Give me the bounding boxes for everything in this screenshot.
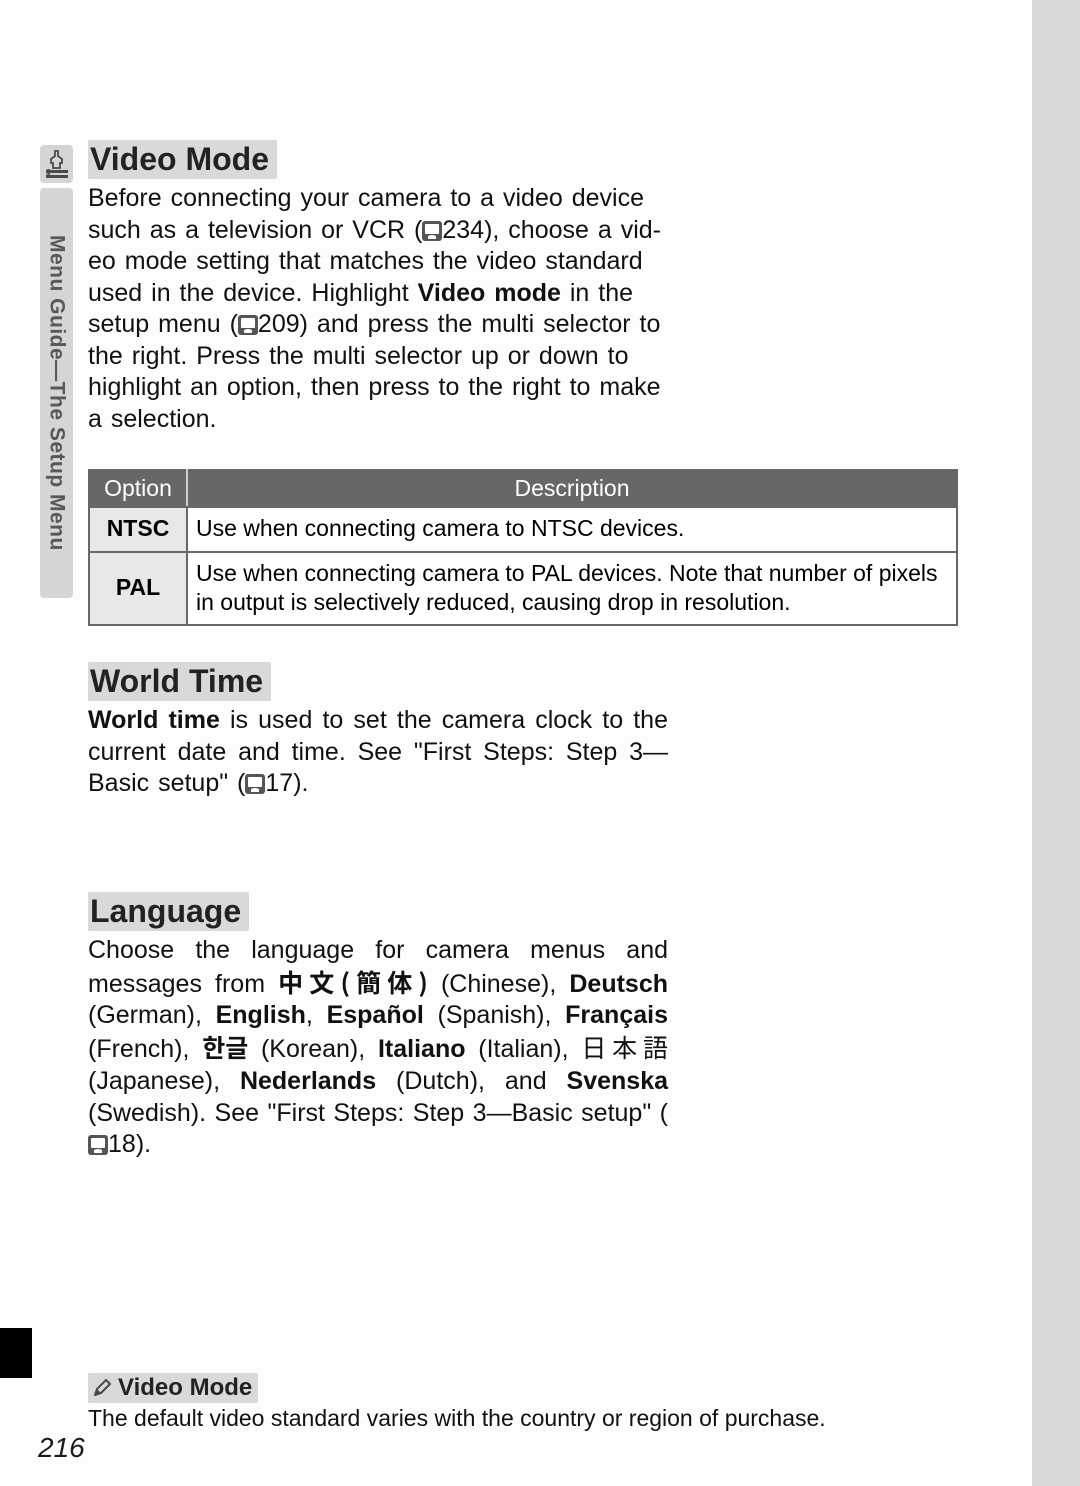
heading-language: Language [88,892,249,931]
vm-ref-1: 234 [442,216,484,244]
lang-ko-paren: (Korean), [248,1035,378,1063]
page-ref-icon [88,1135,108,1155]
option-cell: NTSC [89,507,187,552]
lang-fr: Français [565,1001,668,1029]
main-content: Video Mode Before connecting your camera… [88,140,968,1161]
th-description: Description [187,470,957,507]
heading-video-mode: Video Mode [88,140,277,179]
setup-menu-icon [40,145,73,183]
table-row: NTSC Use when connecting camera to NTSC … [89,507,957,552]
th-option: Option [89,470,187,507]
vm-ref-2: 209 [258,310,300,338]
page-ref-icon [422,221,442,241]
lang-sv-paren: (Swedish). See "First Steps: Step 3—Basi… [88,1099,668,1127]
video-mode-paragraph: Before connecting your camera to a video… [88,183,668,435]
vm-bold-1: Video mode [418,279,561,307]
wt-ref: 17 [265,769,293,797]
lang-ko: 한글 [202,1029,248,1065]
video-mode-options-table: Option Description NTSC Use when connect… [88,469,958,626]
thumb-tab [0,1328,32,1378]
page-number: 216 [38,1432,85,1464]
sidebar-label-box: Menu Guide—The Setup Menu [40,188,73,598]
lang-ref: 18 [108,1130,136,1158]
lang-nl: Nederlands [240,1067,376,1095]
lang-zh-paren: (Chinese), [428,970,570,998]
lang-de-paren: (German), [88,1001,216,1029]
lang-ja: 日本語 [581,1029,668,1065]
wt-bold: World time [88,706,220,734]
footnote-title-box: Video Mode [88,1373,258,1403]
lang-nl-paren: (Dutch), and [376,1067,566,1095]
option-cell: PAL [89,552,187,626]
lang-ja-paren: (Japanese), [88,1067,240,1095]
lang-fr-paren: (French), [88,1035,202,1063]
lang-it-paren: (Italian), [465,1035,581,1063]
heading-world-time: World Time [88,662,271,701]
lang-en: English [216,1001,306,1029]
pencil-icon [92,1378,112,1398]
description-cell: Use when connecting camera to PAL device… [187,552,957,626]
language-paragraph: Choose the language for camera menus and… [88,935,668,1161]
footnote-title: Video Mode [118,1374,252,1402]
lang-tail: ). [136,1130,151,1158]
section-sidebar: Menu Guide—The Setup Menu [40,145,73,603]
lang-sv: Svenska [567,1067,668,1095]
wt-text-2: ). [293,769,308,797]
lang-es-paren: (Spanish), [424,1001,565,1029]
lang-de: Deutsch [569,970,668,998]
footnote-body: The default video standard varies with t… [88,1405,968,1432]
page-ref-icon [238,315,258,335]
lang-it: Italiano [378,1035,466,1063]
lang-es: Español [327,1001,424,1029]
page-ref-icon [245,774,265,794]
lang-zh: 中文(簡体) [278,964,428,1000]
sidebar-label: Menu Guide—The Setup Menu [45,235,69,551]
lang-sep1: , [306,1001,327,1029]
page-canvas: Menu Guide—The Setup Menu Video Mode Bef… [0,0,1080,1486]
footnote-block: Video Mode The default video standard va… [88,1373,968,1432]
description-cell: Use when connecting camera to NTSC devic… [187,507,957,552]
table-row: PAL Use when connecting camera to PAL de… [89,552,957,626]
world-time-paragraph: World time is used to set the camera clo… [88,705,668,800]
